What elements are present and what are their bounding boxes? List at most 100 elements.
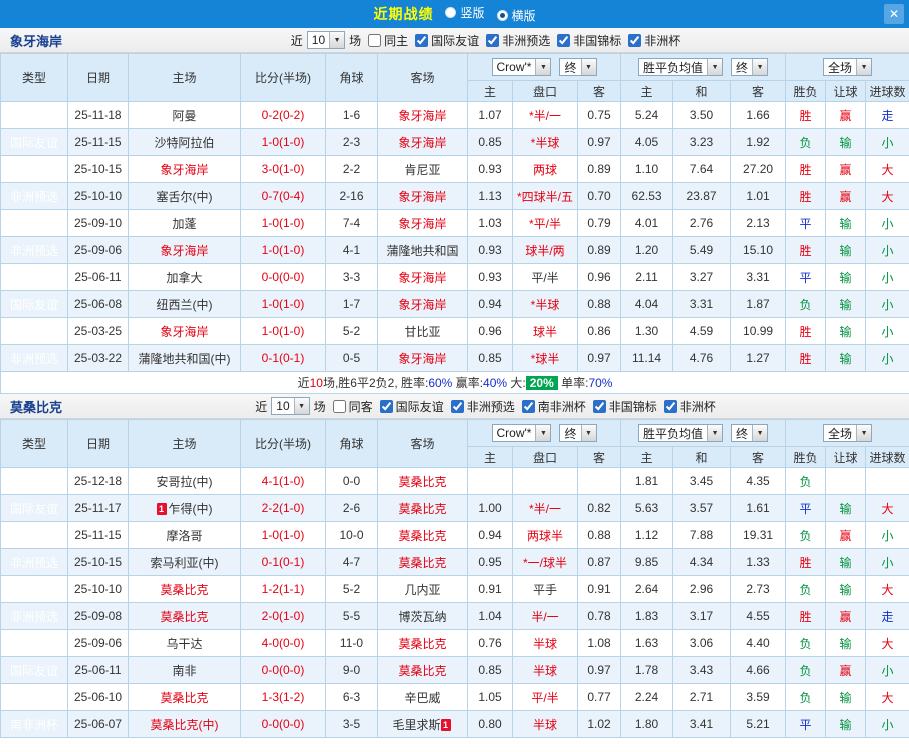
red-card-icon: 1: [441, 719, 451, 731]
match-score: 0-1(0-1): [241, 549, 326, 576]
table-row: 非洲预选25-09-06乌干达4-0(0-0)11-0莫桑比克0.76半球1.0…: [1, 630, 909, 657]
match-score: 1-0(1-0): [241, 129, 326, 156]
euro-home-odds: 2.24: [621, 684, 673, 711]
final-avg-select[interactable]: 终▼: [731, 58, 768, 76]
away-team-cell: 毛里求斯1: [378, 711, 468, 738]
table-row: 南非洲杯25-06-07莫桑比克(中)0-0(0-0)3-5毛里求斯10.80半…: [1, 711, 909, 738]
handicap-result-cell: 赢: [826, 102, 866, 129]
filter-checkbox-4[interactable]: 非国锦标: [593, 398, 657, 415]
section-header-bar: 莫桑比克近10▼场同客国际友谊非洲预选南非洲杯非国锦标非洲杯: [0, 394, 909, 419]
handicap-result-cell: 输: [826, 210, 866, 237]
column-header: 主: [468, 447, 513, 468]
table-row: 南非洲杯25-06-10莫桑比克1-3(1-2)6-3辛巴威1.05平/半0.7…: [1, 684, 909, 711]
home-team-cell: 索马利亚(中): [129, 549, 241, 576]
checkbox-input[interactable]: [486, 34, 499, 47]
handicap-result-cell: 输: [826, 129, 866, 156]
filter-checkbox-1[interactable]: 国际友谊: [380, 398, 444, 415]
filter-checkbox-1[interactable]: 国际友谊: [415, 32, 479, 49]
checkbox-input[interactable]: [451, 400, 464, 413]
asian-home-odds: 0.85: [468, 345, 513, 372]
filter-checkbox-3[interactable]: 南非洲杯: [522, 398, 586, 415]
filter-label: 同客: [349, 398, 373, 415]
type-badge: 非洲预选: [1, 603, 68, 630]
away-team-cell: 莫桑比克: [378, 468, 468, 495]
euro-draw-odds: 3.45: [673, 468, 731, 495]
radio-icon: [497, 10, 508, 21]
euro-home-odds: 2.11: [621, 264, 673, 291]
match-date: 25-11-17: [68, 495, 129, 522]
away-team-cell: 博茨瓦纳: [378, 603, 468, 630]
recent-count-select[interactable]: 10▼: [307, 31, 345, 49]
handicap-result-cell: 输: [826, 237, 866, 264]
asian-home-odds: 0.80: [468, 711, 513, 738]
home-team: 阿曼: [172, 109, 196, 123]
checkbox-input[interactable]: [522, 400, 535, 413]
filter-checkbox-2[interactable]: 非洲预选: [451, 398, 515, 415]
asian-home-odds: 0.76: [468, 630, 513, 657]
checkbox-input[interactable]: [628, 34, 641, 47]
asian-home-odds: 0.91: [468, 576, 513, 603]
scope-select[interactable]: 全场▼: [823, 58, 872, 76]
filter-checkbox-0[interactable]: 同主: [368, 32, 408, 49]
euro-draw-odds: 3.31: [673, 291, 731, 318]
close-button[interactable]: ✕: [884, 4, 904, 24]
filter-checkbox-0[interactable]: 同客: [333, 398, 373, 415]
filter-checkbox-3[interactable]: 非国锦标: [557, 32, 621, 49]
checkbox-input[interactable]: [557, 34, 570, 47]
asian-home-odds: 1.13: [468, 183, 513, 210]
odds-company-select[interactable]: Crow'*▼: [492, 424, 552, 442]
checkbox-input[interactable]: [664, 400, 677, 413]
table-row: 非洲预选25-10-15索马利亚(中)0-1(0-1)4-7莫桑比克0.95*一…: [1, 549, 909, 576]
recent-count-select[interactable]: 10▼: [271, 397, 309, 415]
orientation-radio-horizontal[interactable]: 横版: [497, 7, 536, 24]
checkbox-input[interactable]: [380, 400, 393, 413]
euro-home-odds: 4.01: [621, 210, 673, 237]
checkbox-input[interactable]: [415, 34, 428, 47]
checkbox-input[interactable]: [368, 34, 381, 47]
column-header: 让球: [826, 81, 866, 102]
away-team: 莫桑比克: [398, 556, 446, 570]
away-team-cell: 辛巴威: [378, 684, 468, 711]
asian-away-odds: 1.08: [578, 630, 621, 657]
scope-header-cell: 全场▼: [786, 420, 909, 447]
result-cell: 负: [786, 684, 826, 711]
avg-odds-select[interactable]: 胜平负均值▼: [638, 424, 723, 442]
corner-score: 1-6: [326, 102, 378, 129]
final-odds-select[interactable]: 终▼: [559, 58, 596, 76]
away-team-cell: 莫桑比克: [378, 495, 468, 522]
avg-odds-select[interactable]: 胜平负均值▼: [638, 58, 723, 76]
filter-checkbox-4[interactable]: 非洲杯: [628, 32, 680, 49]
euro-home-odds: 1.10: [621, 156, 673, 183]
odds-company-select[interactable]: Crow'*▼: [492, 58, 552, 76]
final-avg-select[interactable]: 终▼: [731, 424, 768, 442]
table-row: 国际友谊25-06-11南非0-0(0-0)9-0莫桑比克0.85半球0.971…: [1, 657, 909, 684]
home-team: 安哥拉(中): [157, 475, 213, 489]
handicap-result-cell: 赢: [826, 603, 866, 630]
checkbox-input[interactable]: [593, 400, 606, 413]
asian-handicap: *平/半: [513, 210, 578, 237]
home-team-cell: 莫桑比克: [129, 684, 241, 711]
column-header: 比分(半场): [241, 54, 326, 102]
checkbox-input[interactable]: [333, 400, 346, 413]
asian-handicap: 两球: [513, 156, 578, 183]
goals-result-cell: 大: [866, 630, 909, 657]
result-cell: 胜: [786, 102, 826, 129]
corner-score: 4-1: [326, 237, 378, 264]
home-team-cell: 加拿大: [129, 264, 241, 291]
goals-result-cell: 走: [866, 102, 909, 129]
final-odds-select[interactable]: 终▼: [559, 424, 596, 442]
filter-checkbox-5[interactable]: 非洲杯: [664, 398, 716, 415]
orientation-radio-vertical[interactable]: 竖版: [445, 4, 484, 21]
column-header: 客场: [378, 420, 468, 468]
filter-checkbox-2[interactable]: 非洲预选: [486, 32, 550, 49]
chevron-down-icon: ▼: [329, 32, 344, 48]
euro-home-odds: 62.53: [621, 183, 673, 210]
scope-select[interactable]: 全场▼: [823, 424, 872, 442]
asian-away-odds: 0.79: [578, 210, 621, 237]
home-team: 沙特阿拉伯: [154, 136, 214, 150]
away-team: 莫桑比克: [398, 637, 446, 651]
asian-home-odds: 0.95: [468, 549, 513, 576]
matches-label: 场: [349, 32, 361, 49]
match-date: 25-10-15: [68, 549, 129, 576]
corner-score: 2-3: [326, 129, 378, 156]
